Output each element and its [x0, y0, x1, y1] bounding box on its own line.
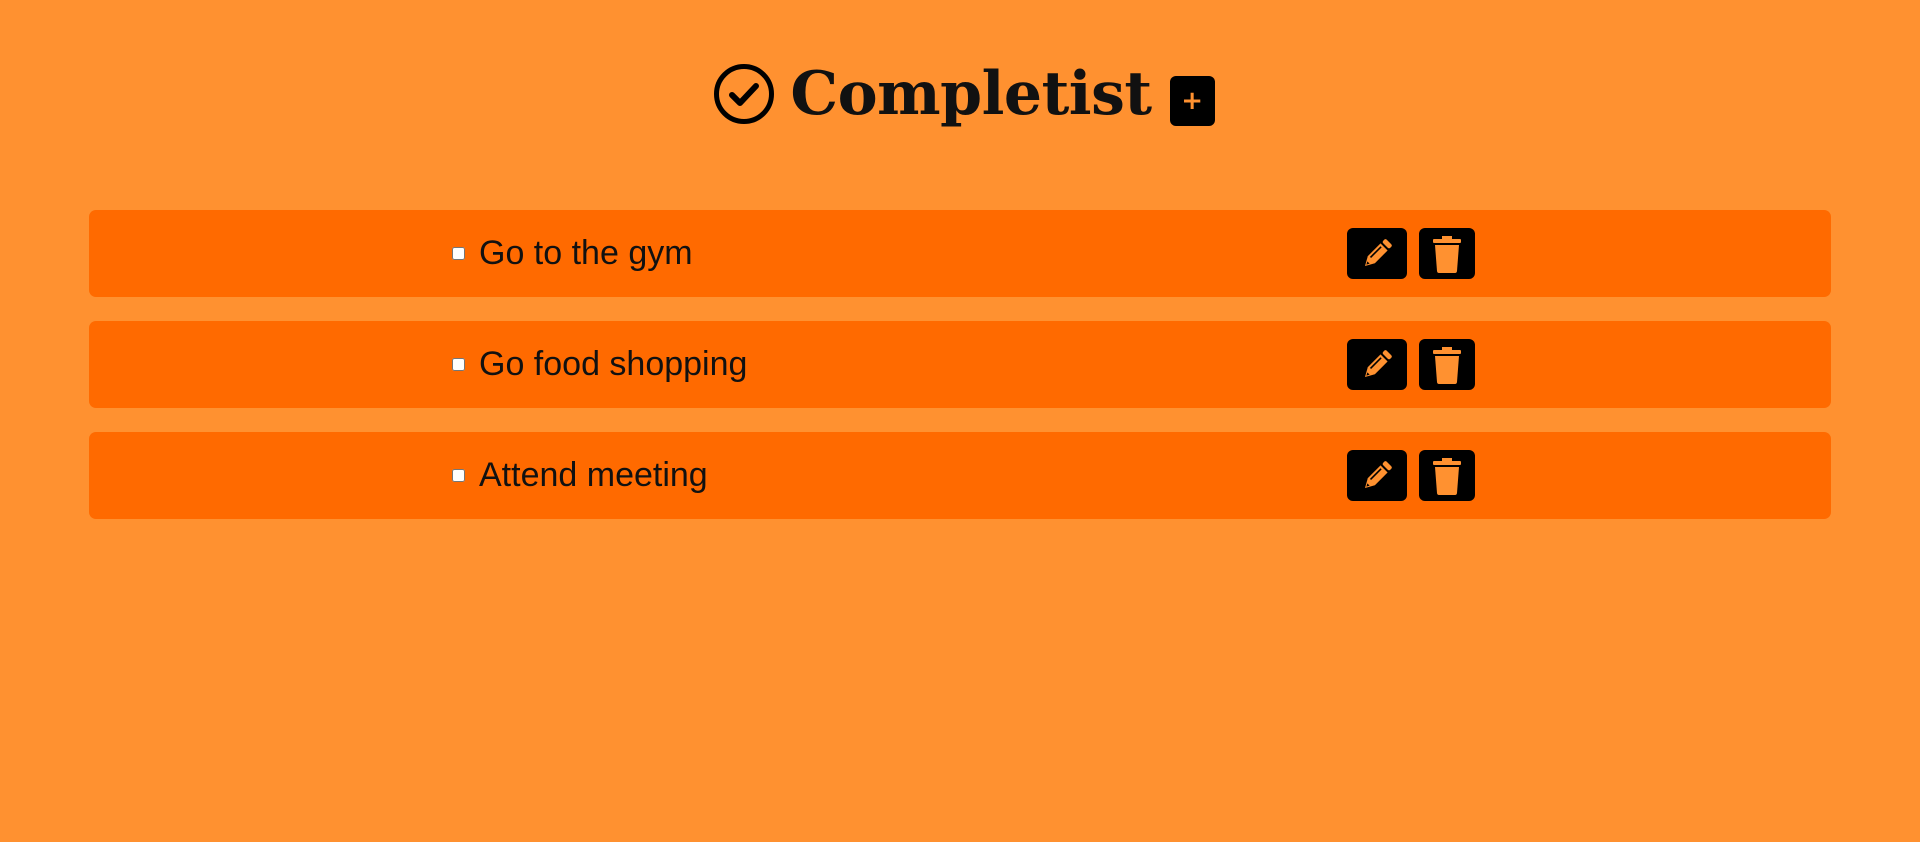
task-list: Go to the gym Go food shopping Attend me… [89, 210, 1831, 543]
task-checkbox[interactable] [452, 247, 465, 260]
app-header: Completist + [0, 58, 1920, 130]
edit-task-button[interactable] [1347, 339, 1407, 390]
pencil-icon [1364, 238, 1392, 266]
delete-task-button[interactable] [1419, 339, 1475, 390]
task-item: Go food shopping [89, 321, 1831, 408]
add-task-button[interactable]: + [1169, 76, 1215, 126]
edit-task-button[interactable] [1347, 228, 1407, 279]
delete-task-button[interactable] [1419, 228, 1475, 279]
task-actions [1347, 228, 1475, 279]
pencil-icon [1364, 349, 1392, 377]
task-checkbox[interactable] [452, 469, 465, 482]
pencil-icon [1364, 460, 1392, 488]
edit-task-button[interactable] [1347, 450, 1407, 501]
check-circle-icon [713, 63, 775, 125]
task-label: Go food shopping [479, 345, 748, 383]
task-actions [1347, 339, 1475, 390]
trash-icon [1433, 235, 1461, 273]
task-item: Go to the gym [89, 210, 1831, 297]
delete-task-button[interactable] [1419, 450, 1475, 501]
task-item: Attend meeting [89, 432, 1831, 519]
task-checkbox[interactable] [452, 358, 465, 371]
task-label: Attend meeting [479, 456, 708, 494]
trash-icon [1433, 457, 1461, 495]
task-label: Go to the gym [479, 234, 693, 272]
trash-icon [1433, 346, 1461, 384]
task-actions [1347, 450, 1475, 501]
app-title: Completist [790, 59, 1152, 129]
